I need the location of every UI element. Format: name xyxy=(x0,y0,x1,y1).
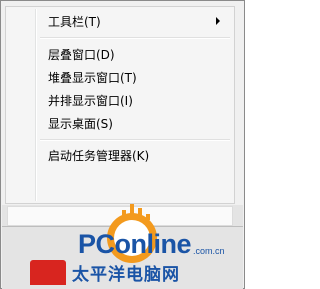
menu-item-label: 显示桌面(S) xyxy=(48,116,113,131)
menu-separator xyxy=(40,139,230,141)
brand-domain: .com.cn xyxy=(193,246,225,256)
menu-item-label: 启动任务管理器(K) xyxy=(48,148,150,163)
menu-item-cascade-windows[interactable]: 层叠窗口(D) xyxy=(8,43,230,65)
menu-separator xyxy=(40,37,230,39)
menu-item-label: 堆叠显示窗口(T) xyxy=(48,70,137,85)
brand-chinese-name: 太平洋电脑网 xyxy=(72,265,180,285)
menu-item-toolbars[interactable]: 工具栏(T) xyxy=(8,10,230,32)
submenu-arrow-icon xyxy=(216,17,220,25)
taskbar-button[interactable] xyxy=(30,260,66,285)
menu-item-label: 工具栏(T) xyxy=(48,14,101,29)
menu-item-task-manager[interactable]: 启动任务管理器(K) xyxy=(8,144,230,166)
brand-name: PConline xyxy=(78,229,192,259)
taskbar-context-menu: 工具栏(T) 层叠窗口(D) 堆叠显示窗口(T) 并排显示窗口(I) 显示桌面(… xyxy=(5,6,235,204)
menu-item-label: 并排显示窗口(I) xyxy=(48,93,133,108)
menu-item-side-by-side[interactable]: 并排显示窗口(I) xyxy=(8,89,230,111)
menu-item-show-desktop[interactable]: 显示桌面(S) xyxy=(8,112,230,134)
pconline-watermark: PConline .com.cn 太平洋电脑网 xyxy=(70,196,242,286)
menu-item-label: 层叠窗口(D) xyxy=(48,47,115,62)
menu-item-stack-windows[interactable]: 堆叠显示窗口(T) xyxy=(8,66,230,88)
